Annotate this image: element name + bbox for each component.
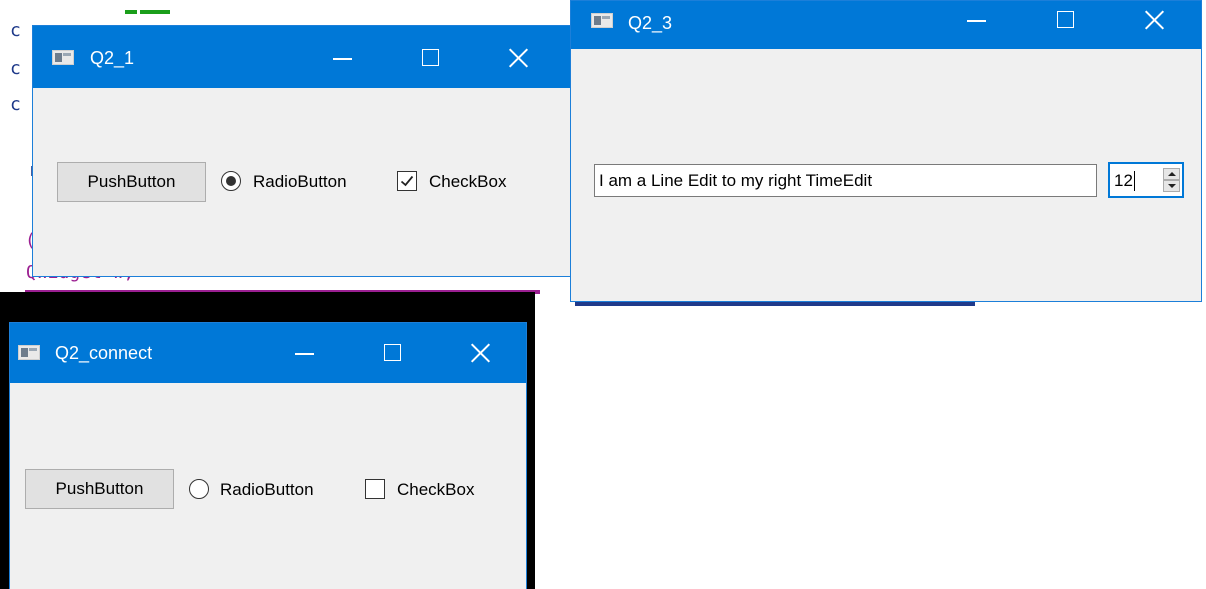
window-title: Q2_1	[90, 48, 135, 68]
window-q2-connect: Q2_connect PushButton RadioButton CheckB…	[9, 322, 527, 589]
checkbox-label[interactable]: CheckBox	[397, 480, 474, 500]
radio-button[interactable]	[189, 479, 209, 499]
window-q2-1: Q2_1 PushButton RadioButton CheckBox	[32, 25, 572, 277]
titlebar[interactable]: Q2_connect	[10, 323, 526, 383]
push-button[interactable]: PushButton	[57, 162, 206, 202]
maximize-icon[interactable]	[1043, 5, 1089, 35]
qt-window-icon	[18, 345, 40, 360]
close-icon[interactable]	[1131, 5, 1177, 35]
code-fragment: c	[10, 94, 21, 115]
checkbox-label[interactable]: CheckBox	[429, 172, 506, 192]
spin-down-arrow-icon[interactable]	[1163, 180, 1180, 192]
time-edit-value[interactable]: 12	[1114, 171, 1133, 191]
radio-button[interactable]	[221, 171, 241, 191]
spin-up-arrow-icon[interactable]	[1163, 168, 1180, 180]
text-caret	[1134, 171, 1135, 191]
code-fragment	[125, 10, 137, 14]
time-edit[interactable]: 12	[1108, 162, 1184, 198]
code-fragment: c	[10, 58, 21, 79]
titlebar[interactable]: Q2_1	[33, 26, 571, 88]
push-button[interactable]: PushButton	[25, 469, 174, 509]
radio-button-label[interactable]: RadioButton	[220, 480, 314, 500]
maximize-icon[interactable]	[408, 43, 454, 73]
line-edit[interactable]: I am a Line Edit to my right TimeEdit	[594, 164, 1097, 197]
qt-window-icon	[591, 13, 613, 28]
minimize-icon[interactable]	[282, 338, 328, 368]
close-icon[interactable]	[457, 338, 503, 368]
window-title: Q2_connect	[55, 343, 153, 363]
minimize-icon[interactable]	[954, 5, 1000, 35]
minimize-icon[interactable]	[320, 43, 366, 73]
window-q2-3: Q2_3 I am a Line Edit to my right TimeEd…	[570, 0, 1202, 302]
checkbox[interactable]	[397, 171, 417, 191]
qt-window-icon	[52, 50, 74, 65]
maximize-icon[interactable]	[370, 338, 416, 368]
checkbox[interactable]	[365, 479, 385, 499]
code-fragment: c	[10, 20, 21, 41]
code-fragment	[140, 10, 170, 14]
radio-button-label[interactable]: RadioButton	[253, 172, 347, 192]
close-icon[interactable]	[495, 43, 541, 73]
window-title: Q2_3	[628, 13, 673, 33]
check-mark-icon	[400, 175, 414, 187]
code-fragment	[575, 302, 975, 306]
titlebar[interactable]: Q2_3	[571, 1, 1201, 49]
